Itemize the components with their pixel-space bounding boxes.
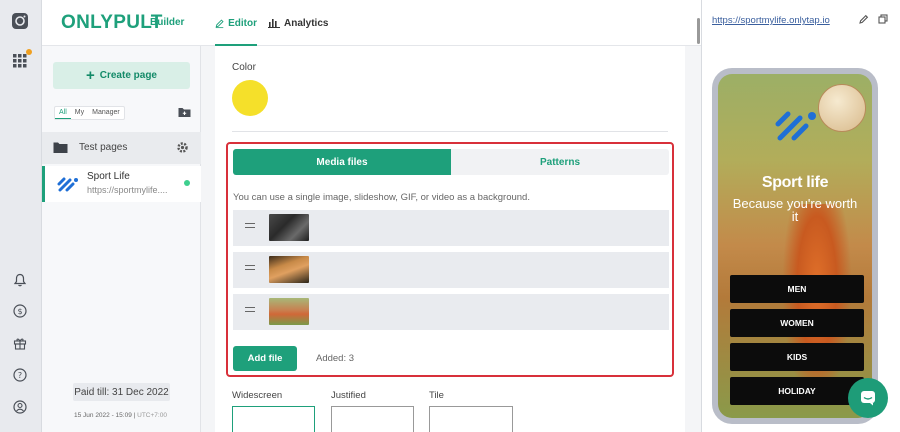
- copy-icon[interactable]: [878, 14, 888, 24]
- layout-label-widescreen: Widescreen: [232, 390, 283, 401]
- filter-all[interactable]: All: [55, 107, 71, 119]
- pages-panel: ONLYPULT Builder + Create page All My Ma…: [42, 0, 201, 432]
- media-files-section: Media files Patterns You can use a singl…: [226, 142, 674, 377]
- media-source-tabs: Media files Patterns: [233, 149, 669, 175]
- edit-pencil-icon[interactable]: [859, 14, 869, 24]
- notification-dot: [26, 49, 32, 55]
- chat-support-button[interactable]: [848, 378, 888, 418]
- phone-screen: Sport life Because you're worth it MEN W…: [718, 74, 872, 418]
- add-file-button[interactable]: Add file: [233, 346, 297, 371]
- create-page-button[interactable]: + Create page: [53, 62, 190, 89]
- background-settings-card: Color Media files Patterns You can use a…: [215, 46, 685, 432]
- editor-panel: Editor Analytics Color Media files Patte…: [201, 0, 701, 432]
- folder-icon: [53, 141, 68, 157]
- page-logo-icon: [57, 176, 79, 195]
- help-icon[interactable]: ?: [11, 366, 29, 384]
- plus-icon: +: [85, 67, 95, 84]
- layout-option-tile[interactable]: [429, 406, 513, 432]
- tab-editor[interactable]: Editor: [215, 0, 257, 46]
- billing-dollar-icon[interactable]: $: [11, 302, 29, 320]
- page-url: https://sportmylife....: [87, 185, 168, 195]
- phone-mockup: Sport life Because you're worth it MEN W…: [712, 68, 878, 424]
- layout-label-justified: Justified: [331, 390, 366, 401]
- paid-till-badge: Paid till: 31 Dec 2022: [73, 383, 170, 401]
- media-file-row[interactable]: [233, 210, 669, 246]
- bar-chart-icon: [268, 19, 280, 28]
- gift-icon[interactable]: [11, 334, 29, 352]
- media-file-row[interactable]: [233, 294, 669, 330]
- preview-actions: [859, 14, 888, 24]
- instagram-icon[interactable]: [11, 12, 29, 30]
- color-label: Color: [232, 62, 256, 73]
- apps-grid-icon[interactable]: [11, 52, 29, 70]
- site-button-women[interactable]: WOMEN: [730, 309, 864, 337]
- media-thumbnail: [269, 256, 309, 283]
- timezone-text: UTC+7:00: [137, 412, 167, 419]
- page-item-sport-life[interactable]: Sport Life https://sportmylife....: [42, 166, 201, 202]
- bell-icon[interactable]: [11, 271, 29, 289]
- filter-manager[interactable]: Manager: [88, 107, 124, 119]
- editor-tabs: Editor Analytics: [201, 0, 701, 46]
- editor-scrollbar[interactable]: [697, 18, 700, 44]
- drag-handle-icon[interactable]: [245, 265, 255, 273]
- svg-text:?: ?: [18, 371, 22, 380]
- media-hint-text: You can use a single image, slideshow, G…: [233, 192, 530, 203]
- tab-analytics-label: Analytics: [284, 17, 329, 29]
- icon-rail: $ ?: [0, 0, 42, 432]
- page-filter-tabs: All My Manager: [54, 106, 125, 120]
- preview-panel: https://sportmylife.onlytap.io Sport lif…: [701, 0, 900, 432]
- site-logo-icon: [774, 108, 818, 145]
- brand-logo-text: ONLYPULT: [61, 12, 163, 33]
- color-swatch[interactable]: [232, 80, 268, 116]
- account-icon[interactable]: [11, 398, 29, 416]
- svg-text:$: $: [17, 307, 22, 316]
- tab-media-files[interactable]: Media files: [233, 149, 451, 175]
- background-photo-subject: [782, 204, 852, 404]
- site-button-holiday[interactable]: HOLIDAY: [730, 377, 864, 405]
- page-name: Sport Life: [87, 171, 130, 182]
- media-file-row[interactable]: [233, 252, 669, 288]
- create-page-label: Create page: [99, 70, 157, 81]
- timestamp-text: 15 Jun 2022 - 15:09: [74, 412, 132, 419]
- tab-patterns[interactable]: Patterns: [451, 149, 669, 175]
- drag-handle-icon[interactable]: [245, 307, 255, 315]
- drag-handle-icon[interactable]: [245, 223, 255, 231]
- layout-option-widescreen[interactable]: [232, 406, 315, 432]
- chat-icon: [861, 391, 875, 406]
- divider: [232, 131, 668, 132]
- added-count: Added: 3: [316, 353, 355, 364]
- folder-label: Test pages: [79, 142, 128, 153]
- filter-my[interactable]: My: [71, 107, 88, 119]
- media-thumbnail: [269, 298, 309, 325]
- volleyball-image: [818, 84, 866, 132]
- folder-settings-gear-icon[interactable]: [176, 141, 189, 157]
- site-button-men[interactable]: MEN: [730, 275, 864, 303]
- preview-url-link[interactable]: https://sportmylife.onlytap.io: [712, 15, 830, 26]
- layout-label-tile: Tile: [429, 390, 444, 401]
- site-title: Sport life: [761, 174, 829, 191]
- folder-test-pages[interactable]: Test pages: [42, 132, 201, 164]
- footer-timestamp: 15 Jun 2022 - 15:09 | UTC+7:00: [74, 412, 167, 419]
- brand-suffix: Builder: [150, 17, 185, 28]
- site-subtitle: Because you're worth it: [732, 196, 858, 224]
- media-thumbnail: [269, 214, 309, 241]
- add-folder-icon[interactable]: [178, 106, 191, 118]
- site-button-kids[interactable]: KIDS: [730, 343, 864, 371]
- tab-analytics[interactable]: Analytics: [268, 0, 328, 46]
- brand-header: ONLYPULT Builder: [42, 0, 201, 46]
- tab-editor-label: Editor: [228, 17, 257, 29]
- layout-option-justified[interactable]: [331, 406, 414, 432]
- published-status-dot: [184, 180, 190, 186]
- pencil-icon: [215, 18, 224, 28]
